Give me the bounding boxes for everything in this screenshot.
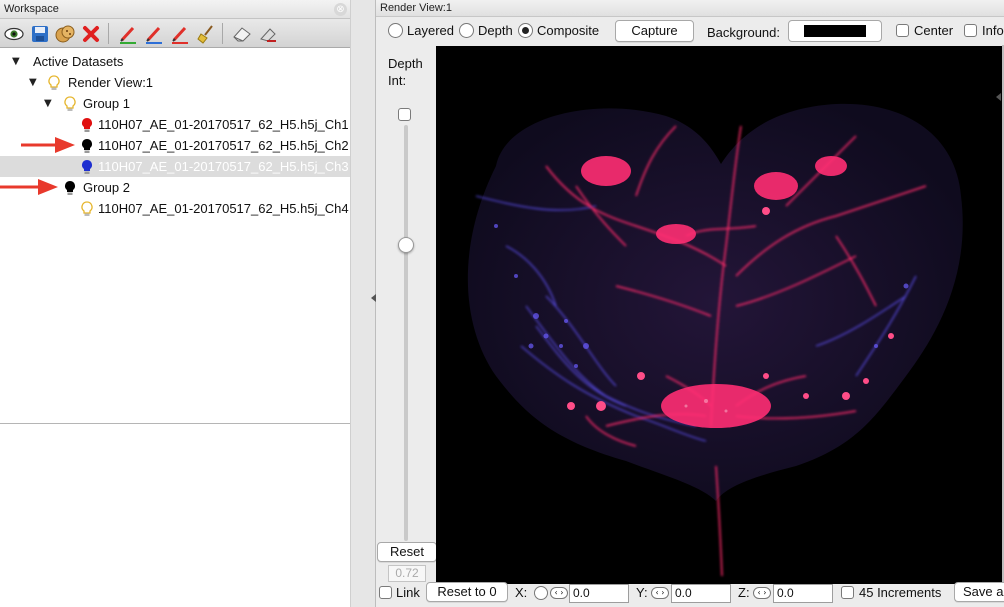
radio-layered[interactable] [388,23,403,38]
render-canvas[interactable] [436,46,1002,584]
tree-label: 110H07_AE_01-20170517_62_H5.h5j_Ch3 [98,159,349,174]
render-view-title: Render View:1 [380,2,452,14]
info-checkbox[interactable] [964,24,977,37]
delete-x-icon[interactable] [80,23,102,45]
x-stepper[interactable]: ‹ › [550,587,568,599]
dataset-tree: ▼ Active Datasets ▼ Render View:1 ▼ Grou… [0,50,350,220]
composite-label[interactable]: Composite [537,23,599,38]
workspace-titlebar: Workspace ⊗ [0,0,350,19]
depth-intensity-slider[interactable] [404,125,408,541]
radio-composite[interactable] [518,23,533,38]
depth-value-field[interactable]: 0.72 [388,565,426,582]
blue-pen-icon[interactable] [143,23,165,45]
center-label[interactable]: Center [914,23,953,38]
depth-slider-thumb[interactable] [398,237,414,253]
reset-button[interactable]: Reset [377,542,437,562]
eraser-icon[interactable] [231,23,253,45]
tree-label: 110H07_AE_01-20170517_62_H5.h5j_Ch2 [98,138,349,153]
tree-label: 110H07_AE_01-20170517_62_H5.h5j_Ch1 [98,117,349,132]
tree-node-active-datasets[interactable]: ▼ Active Datasets [0,51,350,72]
depth-int-label-2: Int: [388,73,407,88]
tree-label: Active Datasets [33,54,124,69]
eye-icon[interactable] [3,23,25,45]
background-color-button[interactable] [788,20,882,42]
arrow-annotation-icon [21,137,75,153]
x-value-field[interactable]: 0.0 [569,584,629,603]
workspace-panel: Workspace ⊗ ▼ Active Datasets ▼ Render V… [0,0,350,607]
tree-node-ch1[interactable]: 110H07_AE_01-20170517_62_H5.h5j_Ch1 [0,114,350,135]
z-label: Z: [738,585,750,600]
clear-icon[interactable] [257,23,279,45]
tree-node-ch4[interactable]: 110H07_AE_01-20170517_62_H5.h5j_Ch4 [0,198,350,219]
close-icon[interactable]: ⊗ [334,3,347,16]
panel-divider [0,423,350,424]
reset-to-zero-button[interactable]: Reset to 0 [426,582,508,602]
layered-label[interactable]: Layered [407,23,454,38]
tree-label: Render View:1 [68,75,154,90]
expand-toggle-icon[interactable]: ▼ [12,51,20,72]
toolbar-separator [222,23,223,44]
y-stepper[interactable]: ‹ › [651,587,669,599]
lightbulb-off-icon[interactable] [81,201,93,223]
arrow-annotation-icon [0,179,58,195]
increments-label[interactable]: 45 Increments [859,585,941,600]
render-view-titlebar: Render View:1 [376,0,1004,17]
tree-node-ch3[interactable]: 110H07_AE_01-20170517_62_H5.h5j_Ch3 [0,156,350,177]
render-view-panel: Render View:1 Layered Depth Composite Ca… [376,0,1004,607]
x-label: X: [515,585,528,600]
tree-node-render-view[interactable]: ▼ Render View:1 [0,72,350,93]
tree-node-group-1[interactable]: ▼ Group 1 [0,93,350,114]
scroll-arrow-icon[interactable] [996,93,1001,101]
depth-label[interactable]: Depth [478,23,513,38]
save-as-button[interactable]: Save a [954,582,1004,602]
y-label: Y: [636,585,648,600]
center-checkbox[interactable] [896,24,909,37]
depth-int-label: Depth [388,56,423,71]
link-checkbox[interactable] [379,586,392,599]
depth-checkbox[interactable] [398,108,411,121]
red-pencil-icon[interactable] [169,23,191,45]
broom-icon[interactable] [195,23,217,45]
panel-splitter[interactable] [350,0,376,607]
cookies-icon[interactable] [54,23,76,45]
radio-depth[interactable] [459,23,474,38]
tree-label: Group 2 [83,180,130,195]
expand-toggle-icon[interactable]: ▼ [44,93,52,114]
increments-checkbox[interactable] [841,586,854,599]
capture-button[interactable]: Capture [615,20,694,42]
red-pen-icon[interactable] [117,23,139,45]
background-label: Background: [707,25,780,40]
background-color-swatch [804,25,866,37]
toolbar-separator [108,23,109,44]
z-value-field[interactable]: 0.0 [773,584,833,603]
tree-label: Group 1 [83,96,130,111]
brain-render-image [467,103,963,577]
expand-toggle-icon[interactable]: ▼ [29,72,37,93]
z-stepper[interactable]: ‹ › [753,587,771,599]
save-icon[interactable] [29,23,51,45]
y-value-field[interactable]: 0.0 [671,584,731,603]
x-rotation-knob[interactable] [534,586,548,600]
workspace-title: Workspace [4,3,59,15]
workspace-toolbar [0,19,350,48]
tree-label: 110H07_AE_01-20170517_62_H5.h5j_Ch4 [98,201,349,216]
info-label[interactable]: Info [982,23,1004,38]
link-label[interactable]: Link [396,585,420,600]
